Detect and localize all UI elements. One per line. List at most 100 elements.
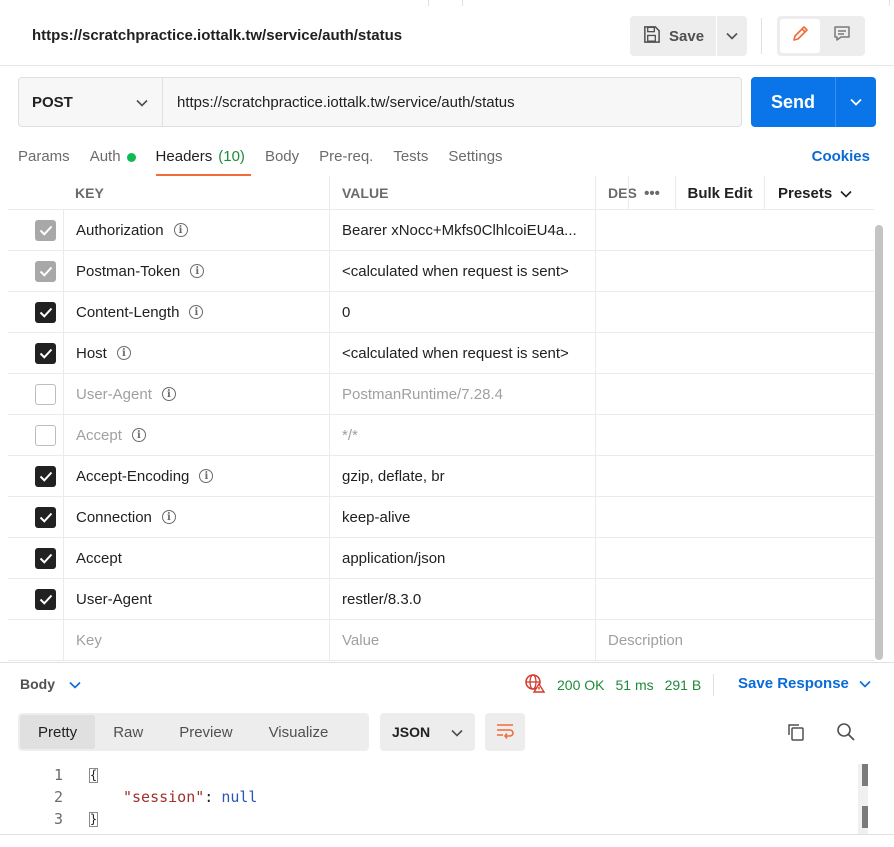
info-icon[interactable]: i: [173, 223, 188, 237]
header-description[interactable]: [596, 333, 874, 373]
request-title[interactable]: https://scratchpractice.iottalk.tw/servi…: [32, 27, 402, 44]
header-description[interactable]: [596, 374, 874, 414]
header-description[interactable]: [596, 292, 874, 332]
json-value: null: [221, 788, 258, 806]
tab-pretty[interactable]: Pretty: [20, 715, 96, 749]
response-time[interactable]: 51 ms: [615, 677, 653, 693]
code-scroll-thumb-lower[interactable]: [862, 806, 868, 828]
url-input[interactable]: [163, 78, 741, 126]
wrap-icon: [494, 721, 516, 744]
tab-headers[interactable]: Headers (10): [155, 146, 252, 176]
header-checkbox[interactable]: [35, 301, 56, 323]
info-icon[interactable]: i: [131, 428, 146, 442]
table-row: User-Agent i PostmanRuntime/7.28.4: [8, 374, 874, 415]
tab-params[interactable]: Params: [18, 146, 70, 176]
header-checkbox[interactable]: [35, 260, 56, 282]
header-key[interactable]: Connection i: [64, 497, 330, 537]
info-icon[interactable]: i: [199, 469, 214, 483]
new-description-input[interactable]: Description: [596, 620, 874, 660]
presets-dropdown[interactable]: Presets: [764, 176, 874, 210]
header-value[interactable]: application/json: [330, 538, 596, 578]
send-options-button[interactable]: [835, 77, 876, 127]
info-icon[interactable]: i: [161, 510, 176, 524]
save-options-button[interactable]: [717, 16, 747, 56]
send-button[interactable]: Send: [751, 77, 835, 127]
comments-mode-button[interactable]: [822, 19, 862, 53]
header-description[interactable]: [596, 579, 874, 619]
header-value[interactable]: gzip, deflate, br: [330, 456, 596, 496]
header-key[interactable]: Authorization i: [64, 210, 330, 250]
search-icon[interactable]: [836, 722, 856, 747]
tab-tests[interactable]: Tests: [393, 146, 428, 176]
tab-preview[interactable]: Preview: [161, 715, 250, 749]
header-key[interactable]: Accept i: [64, 415, 330, 455]
header-value[interactable]: */*: [330, 415, 596, 455]
tab-body[interactable]: Body: [265, 146, 299, 176]
table-scroll-thumb[interactable]: [875, 225, 883, 660]
info-icon[interactable]: i: [161, 387, 176, 401]
bulk-edit-button[interactable]: Bulk Edit: [675, 176, 764, 210]
network-globe-icon[interactable]: [524, 673, 546, 696]
header-value[interactable]: Bearer xNocc+Mkfs0ClhlcoiEU4a...: [330, 210, 596, 250]
copy-icon[interactable]: [786, 722, 806, 747]
code-scroll-thumb[interactable]: [862, 764, 868, 786]
header-description[interactable]: [596, 210, 874, 250]
header-key[interactable]: User-Agent i: [64, 374, 330, 414]
header-checkbox[interactable]: [35, 342, 56, 364]
header-checkbox[interactable]: [35, 219, 56, 241]
header-value[interactable]: 0: [330, 292, 596, 332]
header-key-text: User-Agent: [76, 385, 152, 403]
new-key-input[interactable]: Key: [64, 620, 330, 660]
header-description[interactable]: [596, 415, 874, 455]
request-header: https://scratchpractice.iottalk.tw/servi…: [0, 0, 894, 66]
header-value[interactable]: PostmanRuntime/7.28.4: [330, 374, 596, 414]
header-value[interactable]: restler/8.3.0: [330, 579, 596, 619]
wrap-lines-button[interactable]: [485, 713, 525, 751]
header-value[interactable]: keep-alive: [330, 497, 596, 537]
fold-toggle[interactable]: {: [89, 767, 98, 783]
cookies-link[interactable]: Cookies: [812, 148, 870, 165]
header-checkbox[interactable]: [35, 506, 56, 528]
mode-toggle: [777, 16, 865, 56]
fold-toggle[interactable]: }: [89, 811, 98, 827]
response-size[interactable]: 291 B: [665, 677, 702, 693]
response-body-select[interactable]: Body: [20, 676, 81, 692]
header-key[interactable]: Host i: [64, 333, 330, 373]
tab-pre-request[interactable]: Pre-req.: [319, 146, 373, 176]
header-key[interactable]: Postman-Token i: [64, 251, 330, 291]
tab-auth[interactable]: Auth: [90, 146, 136, 176]
header-description[interactable]: [596, 456, 874, 496]
info-icon[interactable]: i: [116, 346, 131, 360]
header-description[interactable]: [596, 538, 874, 578]
save-group: Save: [630, 16, 747, 56]
language-select[interactable]: JSON: [380, 713, 475, 751]
header-description[interactable]: [596, 251, 874, 291]
header-checkbox[interactable]: [35, 383, 56, 405]
response-code-viewer[interactable]: 1 { 2 "session" : null 3 }: [0, 764, 860, 834]
header-key[interactable]: Accept-Encoding i: [64, 456, 330, 496]
edit-mode-button[interactable]: [780, 19, 820, 53]
info-icon[interactable]: i: [190, 264, 205, 278]
header-checkbox[interactable]: [35, 424, 56, 446]
method-select[interactable]: POST: [19, 78, 163, 126]
header-key[interactable]: Accept: [64, 538, 330, 578]
more-options-button[interactable]: •••: [628, 176, 675, 210]
tab-settings[interactable]: Settings: [448, 146, 502, 176]
tab-visualize[interactable]: Visualize: [251, 715, 347, 749]
save-response-button[interactable]: Save Response: [738, 675, 871, 692]
header-key[interactable]: Content-Length i: [64, 292, 330, 332]
header-checkbox[interactable]: [35, 465, 56, 487]
new-value-input[interactable]: Value: [330, 620, 596, 660]
header-checkbox[interactable]: [35, 547, 56, 569]
header-value[interactable]: <calculated when request is sent>: [330, 251, 596, 291]
column-value: VALUE: [330, 176, 596, 209]
header-value[interactable]: <calculated when request is sent>: [330, 333, 596, 373]
info-icon[interactable]: i: [189, 305, 204, 319]
save-button[interactable]: Save: [630, 16, 716, 56]
response-bar: Body 200 OK 51 ms 291 B Save Response: [0, 662, 894, 702]
status-code[interactable]: 200 OK: [557, 677, 604, 693]
tab-raw[interactable]: Raw: [95, 715, 161, 749]
header-description[interactable]: [596, 497, 874, 537]
header-checkbox[interactable]: [35, 588, 56, 610]
header-key[interactable]: User-Agent: [64, 579, 330, 619]
